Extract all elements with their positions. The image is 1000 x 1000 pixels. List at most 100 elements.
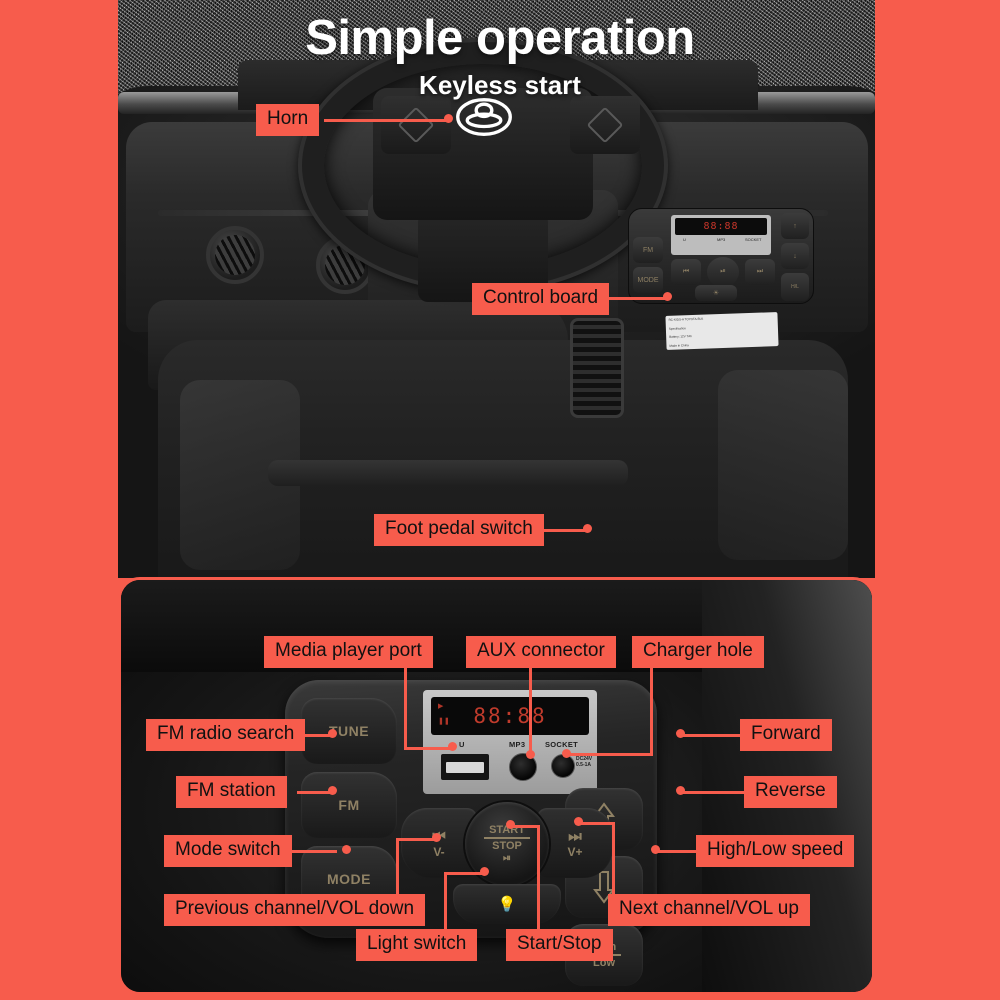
leader-dot-previous-channel <box>432 833 441 842</box>
divider-line <box>484 837 530 840</box>
floor-ridge <box>268 460 628 486</box>
horn-button-right[interactable] <box>570 96 640 154</box>
reverse-button-top[interactable]: ↓ <box>781 243 809 269</box>
leader-dot-next-channel <box>574 817 583 826</box>
fm-button[interactable]: FM <box>301 772 397 838</box>
high-low-button-top[interactable]: H/L <box>781 273 809 301</box>
charger-socket[interactable] <box>551 754 575 778</box>
leader-line-control-board <box>604 297 668 300</box>
socket-port-label: SOCKET <box>545 740 579 749</box>
control-board-faceplate-top: 88:88 U MP3 SOCKET <box>671 215 771 255</box>
callout-previous-channel-vol-down: Previous channel/VOL down <box>164 894 426 926</box>
leader-dot-horn <box>444 114 453 123</box>
fm-button-top[interactable]: FM <box>633 237 663 263</box>
callout-mode-switch: Mode switch <box>164 835 292 867</box>
usb-port[interactable] <box>441 754 489 780</box>
prev-button-top[interactable]: ⏮ <box>671 259 701 285</box>
stop-label: STOP <box>492 840 522 853</box>
control-board-pod-top[interactable]: 88:88 U MP3 SOCKET FM MODE ⏮ ⏯ ⏭ ☀ ↑ ↓ H… <box>628 208 814 304</box>
leader-line-media-player-port-v <box>404 666 407 750</box>
lcd-digits: 88:88 <box>473 704 547 728</box>
callout-foot-pedal-switch: Foot pedal switch <box>374 514 544 546</box>
leader-line-next-channel-v <box>612 822 615 896</box>
leader-dot-light-switch <box>480 867 489 876</box>
next-track-icon: ⏭ <box>568 827 582 845</box>
leader-dot-charger-hole <box>562 749 571 758</box>
callout-forward: Forward <box>740 719 832 751</box>
toyota-logo <box>456 98 512 136</box>
leader-line-charger-hole-v <box>650 666 653 755</box>
leader-line-next-channel-h <box>578 822 615 825</box>
leader-line-forward <box>680 734 742 737</box>
mp3-port-label: MP3 <box>509 740 526 749</box>
diamond-icon <box>397 106 435 144</box>
mode-button-top[interactable]: MODE <box>633 267 663 293</box>
leader-line-start-stop-h <box>512 825 540 828</box>
leader-line-high-low-speed <box>656 850 700 853</box>
leader-dot-mode-switch <box>342 845 351 854</box>
specification-sticker: RC-KIDS-A TOYOTA-BLK Specification Batte… <box>665 312 779 350</box>
volume-up-label: V+ <box>567 844 583 859</box>
leader-dot-forward <box>676 729 685 738</box>
light-bulb-icon: 💡 <box>497 896 517 913</box>
callout-start-stop: Start/Stop <box>506 929 613 961</box>
diamond-icon <box>586 106 624 144</box>
usb-port-label: U <box>459 740 465 749</box>
leader-dot-fm-station <box>328 786 337 795</box>
leader-line-previous-channel-h <box>396 838 436 841</box>
leader-line-mode-switch <box>291 850 337 853</box>
leader-dot-reverse <box>676 786 685 795</box>
callout-high-low-speed: High/Low speed <box>696 835 855 867</box>
leader-line-light-switch-v <box>444 872 447 932</box>
callout-control-board: Control board <box>472 283 610 315</box>
tune-button[interactable]: TUNE <box>301 698 397 764</box>
callout-aux-connector: AUX connector <box>466 636 616 668</box>
air-vent-left-icon <box>206 226 264 284</box>
next-button-top[interactable]: ⏭ <box>745 259 775 285</box>
volume-down-label: V- <box>433 844 445 859</box>
leader-dot-foot-pedal <box>583 524 592 533</box>
foot-pedal-switch-part[interactable] <box>570 318 624 418</box>
leader-line-aux-connector <box>529 666 532 755</box>
play-indicator-icon: ▶ <box>438 703 444 710</box>
callout-charger-hole: Charger hole <box>632 636 764 668</box>
page-title: Simple operation <box>305 11 695 65</box>
socket-label-top: SOCKET <box>745 237 762 242</box>
leader-dot-media-player-port <box>448 742 457 751</box>
floor-mat-right <box>718 370 848 560</box>
leader-line-light-switch-h <box>444 872 484 875</box>
leader-dot-aux-connector <box>526 750 535 759</box>
leader-dot-fm-radio-search <box>328 729 337 738</box>
socket-rating-label: DC24V 0.5-1A <box>576 756 593 769</box>
start-stop-button-top[interactable]: ⏯ <box>707 257 739 287</box>
leader-line-previous-channel-v <box>396 838 399 896</box>
callout-light-switch: Light switch <box>356 929 478 961</box>
usb-label-top: U <box>683 237 686 242</box>
light-button-top[interactable]: ☀ <box>695 285 737 301</box>
lcd-display: ▶ ❚❚ 88:88 <box>431 697 589 735</box>
pause-indicator-icon: ❚❚ <box>438 718 450 725</box>
leader-line-start-stop-v <box>537 825 540 931</box>
forward-button-top[interactable]: ↑ <box>781 213 809 239</box>
lcd-display-top: 88:88 <box>675 218 767 235</box>
callout-fm-station: FM station <box>176 776 287 808</box>
leader-line-media-player-port-h <box>404 747 452 750</box>
callout-next-channel-vol-up: Next channel/VOL up <box>608 894 810 926</box>
horn-button-left[interactable] <box>381 96 451 154</box>
leader-line-reverse <box>680 791 746 794</box>
callout-horn: Horn <box>256 104 320 136</box>
leader-line-charger-hole-h <box>566 753 653 756</box>
mp3-label-top: MP3 <box>717 237 726 242</box>
leader-line-foot-pedal <box>538 529 588 532</box>
infographic-root: 88:88 U MP3 SOCKET FM MODE ⏮ ⏯ ⏭ ☀ ↑ ↓ H… <box>0 0 1000 1000</box>
leader-dot-high-low-speed <box>651 845 660 854</box>
page-subtitle: Keyless start <box>419 70 581 100</box>
leader-dot-control-board <box>663 292 672 301</box>
light-switch-button[interactable]: 💡 <box>453 884 561 924</box>
leader-line-horn <box>324 119 448 122</box>
callout-media-player-port: Media player port <box>264 636 433 668</box>
play-pause-icon: ⏯ <box>503 852 511 864</box>
callout-fm-radio-search: FM radio search <box>146 719 306 751</box>
callout-reverse: Reverse <box>744 776 837 808</box>
leader-dot-start-stop <box>506 820 515 829</box>
